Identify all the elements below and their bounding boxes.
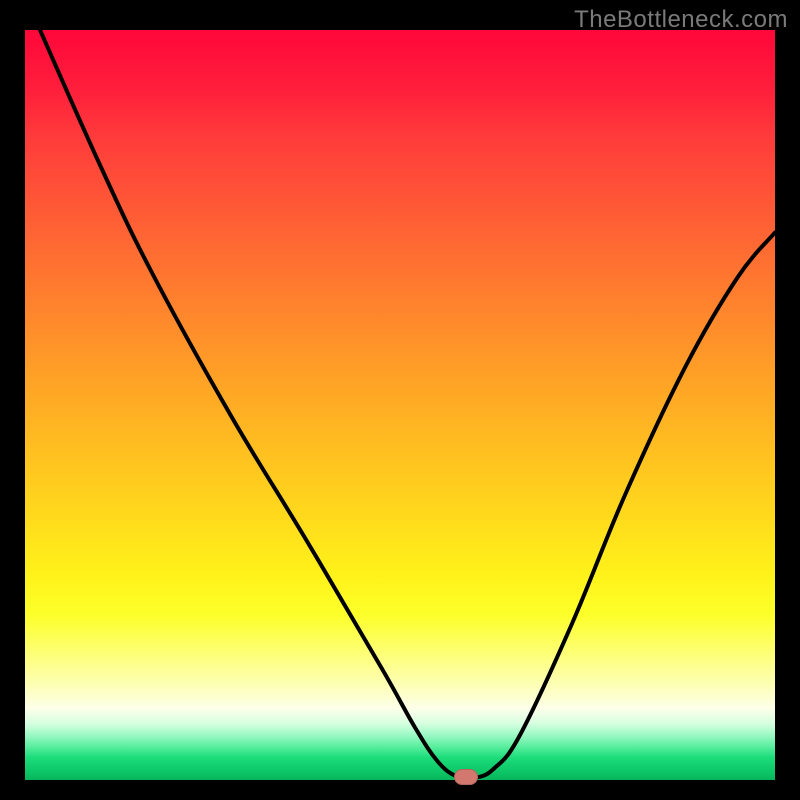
optimal-point-marker: [454, 769, 478, 785]
chart-frame: TheBottleneck.com: [0, 0, 800, 800]
plot-area: [25, 30, 775, 780]
bottleneck-curve: [25, 30, 775, 780]
